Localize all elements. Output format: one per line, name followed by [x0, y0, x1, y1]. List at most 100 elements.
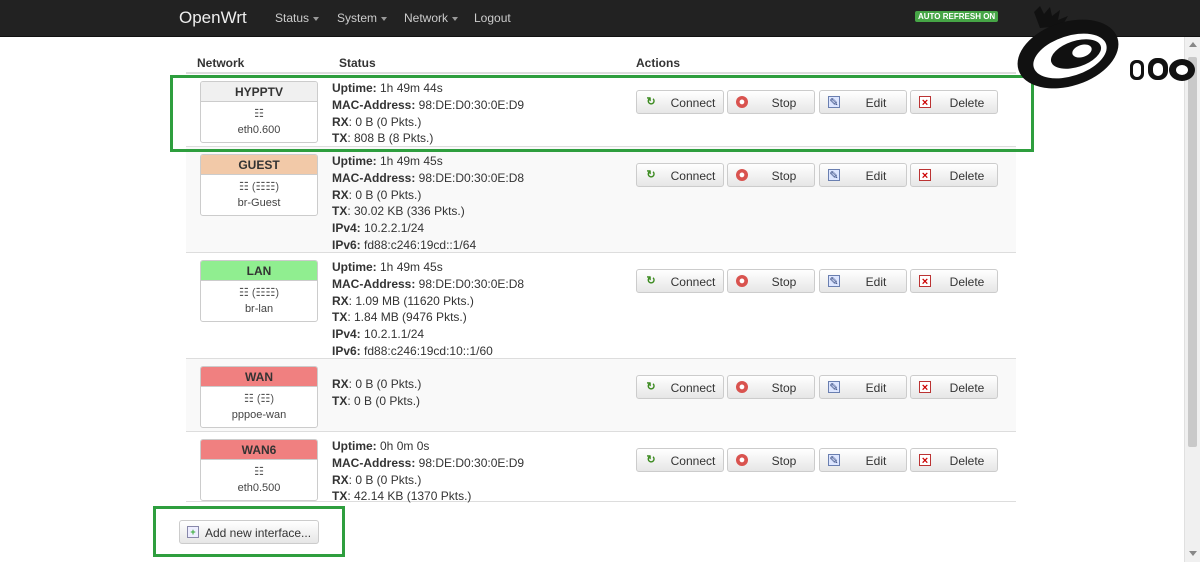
column-header-actions: Actions [636, 56, 681, 70]
interface-badge: WAN ☷ (☷) pppoe-wan [200, 366, 318, 428]
network-port-icon: ☷ [254, 108, 264, 120]
add-icon: + [187, 526, 199, 538]
network-port-icon: ☷ [254, 466, 264, 478]
status-key: Uptime: [332, 154, 377, 168]
status-value: 10.2.1.1/24 [360, 327, 425, 342]
interface-status: RX: 0 B (0 Pkts.) TX: 0 B (0 Pkts.) [332, 376, 421, 410]
connect-button[interactable]: ↻ Connect [636, 90, 724, 114]
status-line: RX: 0 B (0 Pkts.) [332, 472, 524, 489]
status-value: 98:DE:D0:30:0E:D8 [415, 170, 525, 185]
status-key: RX [332, 187, 349, 202]
stop-icon: ● [736, 454, 748, 466]
connect-button[interactable]: ↻ Connect [636, 269, 724, 293]
edit-button[interactable]: ✎ Edit [819, 269, 907, 293]
status-line: Uptime: 1h 49m 45s [332, 153, 524, 170]
status-key: IPv4: [332, 327, 361, 342]
status-line: TX: 1.84 MB (9476 Pkts.) [332, 309, 524, 326]
edit-button[interactable]: ✎ Edit [819, 375, 907, 399]
edit-icon: ✎ [828, 169, 840, 182]
interface-status: Uptime: 0h 0m 0s MAC-Address: 98:DE:D0:30… [332, 438, 524, 505]
interface-badge: WAN6 ☷ eth0.500 [200, 439, 318, 501]
stop-button[interactable]: ● Stop [727, 90, 815, 114]
connect-button[interactable]: ↻ Connect [636, 375, 724, 399]
menu-status[interactable]: Status [275, 11, 320, 25]
table-header: Network Status Actions [186, 46, 1016, 74]
scroll-down-icon[interactable] [1189, 551, 1197, 556]
status-value: 98:DE:D0:30:0E:D9 [415, 455, 525, 470]
delete-button[interactable]: × Delete [910, 90, 998, 114]
status-line: TX: 0 B (0 Pkts.) [332, 393, 421, 410]
status-key: RX [332, 377, 349, 391]
delete-button[interactable]: × Delete [910, 448, 998, 472]
menu-logout[interactable]: Logout [474, 11, 511, 25]
interface-name: LAN [201, 261, 317, 281]
interface-name: WAN6 [201, 440, 317, 460]
status-key: RX [332, 293, 349, 308]
menu-system[interactable]: System [337, 11, 388, 25]
delete-icon: × [919, 381, 931, 394]
stop-button[interactable]: ● Stop [727, 448, 815, 472]
stop-label: Stop [771, 275, 797, 289]
vertical-scrollbar[interactable] [1184, 37, 1200, 562]
delete-button[interactable]: × Delete [910, 269, 998, 293]
status-key: MAC-Address: [332, 276, 416, 291]
status-value: 1h 49m 45s [376, 260, 443, 274]
interface-row-wan: WAN ☷ (☷) pppoe-wan RX: 0 B (0 Pkts.) TX: 0 … [186, 359, 1016, 432]
delete-label: Delete [949, 275, 985, 289]
interface-status: Uptime: 1h 49m 44s MAC-Address: 98:DE:D0:… [332, 80, 524, 147]
delete-button[interactable]: × Delete [910, 375, 998, 399]
bridge-icons: ☷ (☷☷) [239, 287, 279, 299]
status-key: Uptime: [332, 81, 377, 95]
delete-icon: × [919, 96, 931, 109]
delete-label: Delete [949, 96, 985, 110]
add-interface-button[interactable]: + Add new interface... [179, 520, 319, 544]
status-line: RX: 0 B (0 Pkts.) [332, 114, 524, 131]
connect-button[interactable]: ↻ Connect [636, 448, 724, 472]
stop-label: Stop [771, 454, 797, 468]
stop-icon: ● [736, 96, 748, 108]
edit-icon: ✎ [828, 275, 840, 288]
column-header-network: Network [197, 56, 245, 70]
status-value: : 30.02 KB (336 Pkts.) [347, 204, 465, 219]
status-value: : 808 B (8 Pkts.) [347, 131, 434, 146]
chevron-down-icon [381, 16, 388, 21]
menu-network[interactable]: Network [404, 11, 459, 25]
connect-button[interactable]: ↻ Connect [636, 163, 724, 187]
interface-row-lan: LAN ☷ (☷☷) br-lan Uptime: 1h 49m 45s MAC-Add… [186, 253, 1016, 359]
interfaces-table: Network Status Actions HYPPTV ☷ eth0.600 Up… [186, 46, 1016, 503]
status-value: : 0 B (0 Pkts.) [348, 377, 422, 391]
edit-button[interactable]: ✎ Edit [819, 448, 907, 472]
auto-refresh-toggle[interactable]: AUTO REFRESH ON [915, 11, 999, 22]
stop-button[interactable]: ● Stop [727, 163, 815, 187]
status-value: : 1.09 MB (11620 Pkts.) [348, 293, 474, 308]
delete-label: Delete [949, 169, 985, 183]
edit-icon: ✎ [828, 381, 840, 394]
connect-label: Connect [670, 454, 716, 468]
status-key: Uptime: [332, 260, 377, 274]
interface-name: GUEST [201, 155, 317, 175]
refresh-icon: ↻ [646, 381, 656, 393]
edit-button[interactable]: ✎ Edit [819, 163, 907, 187]
status-line: MAC-Address: 98:DE:D0:30:0E:D8 [332, 170, 524, 187]
stop-button[interactable]: ● Stop [727, 269, 815, 293]
status-value: : 1.84 MB (9476 Pkts.) [347, 310, 467, 325]
edit-label: Edit [865, 169, 887, 183]
connect-label: Connect [670, 275, 716, 289]
scrollbar-thumb[interactable] [1188, 57, 1197, 447]
status-line: Uptime: 1h 49m 45s [332, 259, 524, 276]
delete-button[interactable]: × Delete [910, 163, 998, 187]
edit-button[interactable]: ✎ Edit [819, 90, 907, 114]
status-key: MAC-Address: [332, 455, 416, 470]
status-key: RX [332, 472, 349, 487]
refresh-icon: ↻ [646, 275, 656, 287]
status-key: IPv4: [332, 221, 361, 236]
status-line: Uptime: 0h 0m 0s [332, 438, 524, 455]
interface-name: HYPPTV [201, 82, 317, 102]
status-line: RX: 1.09 MB (11620 Pkts.) [332, 293, 524, 310]
interface-device: br-Guest [237, 197, 281, 209]
brand-logo[interactable]: OpenWrt [179, 8, 247, 28]
status-key: TX [332, 204, 348, 219]
refresh-icon: ↻ [646, 454, 656, 466]
status-line: IPv4: 10.2.1.1/24 [332, 326, 524, 343]
stop-button[interactable]: ● Stop [727, 375, 815, 399]
